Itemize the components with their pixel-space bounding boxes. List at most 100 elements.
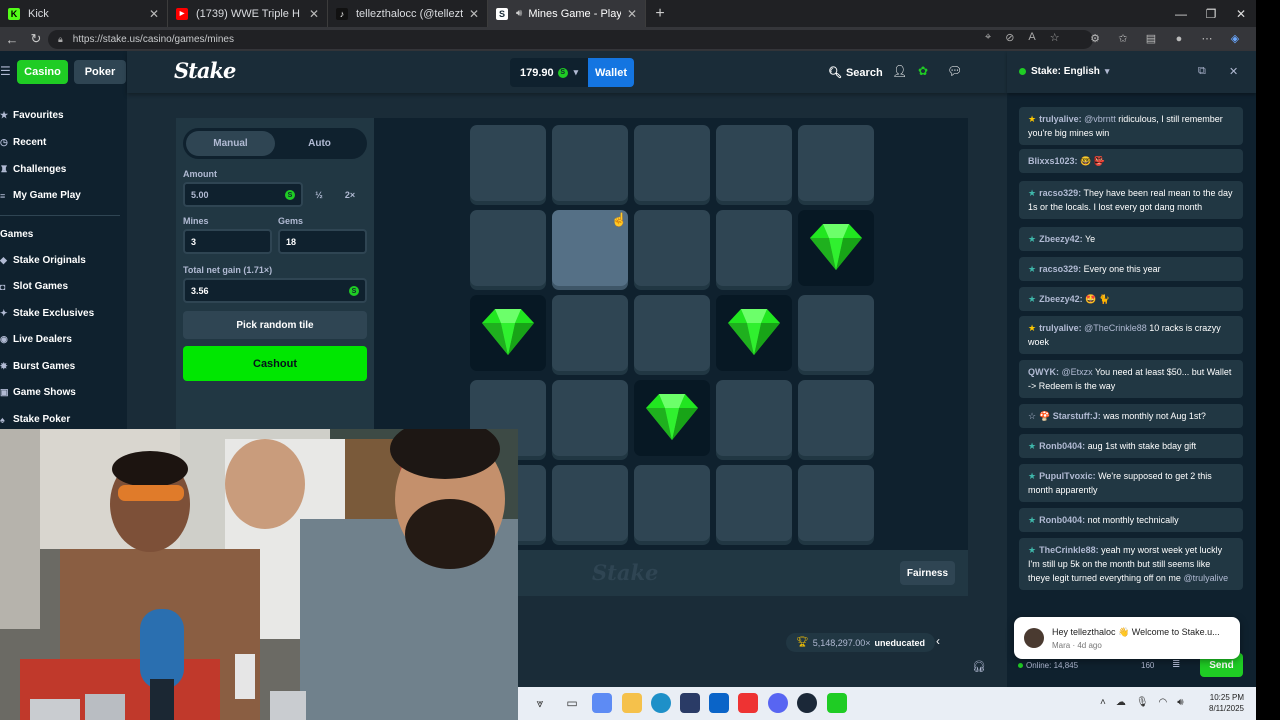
close-tab-icon[interactable]: ✕ — [149, 7, 159, 21]
mine-tile[interactable] — [634, 125, 710, 201]
casino-button[interactable]: Casino — [17, 60, 68, 84]
mine-tile[interactable] — [470, 125, 546, 201]
mine-tile[interactable] — [798, 465, 874, 541]
chat-username[interactable]: PupulTvoxic: — [1039, 471, 1096, 481]
sidebar-item-recent[interactable]: ◷ Recent — [0, 137, 46, 148]
mine-tile[interactable] — [798, 380, 874, 456]
chat-mention[interactable]: @Etxzx — [1059, 367, 1093, 377]
half-bet-button[interactable]: ½ — [304, 182, 334, 207]
microphone-icon[interactable]: 🎙︎ — [1136, 697, 1149, 708]
mine-tile[interactable] — [470, 210, 546, 286]
url-field[interactable]: 🔒︎ https://stake.us/casino/games/mines — [48, 30, 1093, 49]
hamburger-menu-icon[interactable]: ☰ — [0, 64, 11, 78]
chat-username[interactable]: Blixxs1023: — [1028, 156, 1078, 166]
fairness-button[interactable]: Fairness — [900, 561, 955, 585]
profile-avatar-icon[interactable]: ● — [1170, 31, 1188, 47]
wifi-icon[interactable]: ◠ — [1159, 697, 1168, 708]
chat-username[interactable]: Ronb0404: — [1039, 515, 1085, 525]
wallet-button[interactable]: Wallet — [588, 58, 634, 87]
mine-tile[interactable] — [552, 465, 628, 541]
cloud-icon[interactable]: ☁ — [1116, 697, 1126, 708]
site-info-icon[interactable]: 🔒︎ — [58, 34, 63, 45]
chat-username[interactable]: Ronb0404: — [1039, 441, 1085, 451]
notifications-icon[interactable]: ✿ — [918, 64, 928, 78]
taskbar-clock[interactable]: 10:25 PM 8/11/2025 — [1196, 692, 1244, 714]
tracking-icon[interactable]: ⊘ — [1005, 31, 1014, 44]
browser-tab-tiktok[interactable]: ♪ tellezthalocc (@tellezthalocc) | T ✕ — [328, 0, 488, 27]
store-icon[interactable] — [680, 693, 700, 713]
tab-manual[interactable]: Manual — [186, 131, 275, 156]
bookmark-star-icon[interactable]: ☆ — [1050, 31, 1060, 44]
close-tab-icon[interactable]: ✕ — [627, 7, 637, 21]
file-explorer-icon[interactable] — [622, 693, 642, 713]
read-aloud-icon[interactable]: A — [1028, 31, 1035, 44]
favorites-icon[interactable]: ✩ — [1114, 31, 1132, 47]
mine-tile[interactable] — [552, 295, 628, 371]
notification-toast[interactable]: Hey tellezthaloc 👋 Welcome to Stake.u...… — [1014, 617, 1240, 659]
browser-tab-stake[interactable]: S 🔊︎ Mines Game - Play Free Soc ✕ — [488, 0, 646, 27]
mine-tile[interactable] — [716, 210, 792, 286]
minimize-icon[interactable]: — — [1166, 0, 1196, 27]
chat-mention[interactable]: @vbrntt — [1082, 114, 1116, 124]
tab-auto[interactable]: Auto — [275, 131, 364, 156]
chat-username[interactable]: TheCrinkle88: — [1039, 545, 1099, 555]
pick-random-tile-button[interactable]: Pick random tile — [183, 311, 367, 339]
chat-username[interactable]: QWYK: — [1028, 367, 1059, 377]
rules-icon[interactable]: ≣ — [1172, 659, 1180, 670]
steam-icon[interactable] — [797, 693, 817, 713]
mine-tile[interactable] — [716, 125, 792, 201]
chat-username[interactable]: Zbeezy42: — [1039, 294, 1083, 304]
chat-username[interactable]: Zbeezy42: — [1039, 234, 1083, 244]
mine-tile[interactable] — [552, 125, 628, 201]
outlook-icon[interactable] — [709, 693, 729, 713]
new-tab-button[interactable]: + — [646, 0, 674, 27]
collections-icon[interactable]: ▤ — [1142, 31, 1160, 47]
widgets-icon[interactable]: ⩔ — [530, 693, 550, 713]
chat-username[interactable]: trulyalive: — [1039, 114, 1082, 124]
stake-logo[interactable]: Stake — [174, 58, 236, 83]
back-icon[interactable]: ← — [0, 32, 24, 47]
user-icon[interactable]: 👤︎ — [892, 64, 907, 78]
close-icon[interactable]: ✕ — [1229, 65, 1238, 78]
task-view-icon[interactable]: ▭ — [562, 693, 582, 713]
headphones-icon[interactable]: 🎧︎ — [972, 660, 986, 673]
reload-icon[interactable]: ↻ — [24, 31, 48, 47]
chat-username[interactable]: racso329: — [1039, 264, 1081, 274]
sidebar-item-stake-exclusives[interactable]: ✦ Stake Exclusives — [0, 308, 94, 319]
browser-tab-kick[interactable]: K Kick ✕ — [0, 0, 168, 27]
copilot-icon[interactable]: ◈ — [1226, 31, 1244, 47]
youtube-app-icon[interactable] — [738, 693, 758, 713]
sidebar-item-favourites[interactable]: ★ Favourites — [0, 110, 64, 121]
browser-tab-youtube[interactable]: ▶ (1739) WWE Triple H Custom Tita ✕ — [168, 0, 328, 27]
mine-tile[interactable] — [552, 380, 628, 456]
mine-tile[interactable] — [634, 295, 710, 371]
chevron-left-icon[interactable]: ‹ — [936, 634, 940, 648]
sidebar-item-game-shows[interactable]: ▣ Game Shows — [0, 387, 76, 398]
big-win-badge[interactable]: 🏆︎ 5,148,297.00× uneducated — [786, 633, 936, 652]
popout-icon[interactable]: ⧉ — [1198, 65, 1206, 78]
sidebar-item-slot-games[interactable]: ◘ Slot Games — [0, 281, 68, 292]
maximize-icon[interactable]: ❐ — [1196, 0, 1226, 27]
discord-icon[interactable] — [768, 693, 788, 713]
mine-tile[interactable] — [716, 380, 792, 456]
close-tab-icon[interactable]: ✕ — [309, 7, 319, 21]
close-window-icon[interactable]: ✕ — [1226, 0, 1256, 27]
extension-icon[interactable]: ⚙ — [1086, 31, 1104, 47]
sidebar-item-burst-games[interactable]: ✸ Burst Games — [0, 361, 75, 372]
location-icon[interactable]: ⌖ — [985, 31, 991, 44]
sidebar-item-stake-originals[interactable]: ◆ Stake Originals — [0, 255, 86, 266]
edge-browser-icon[interactable] — [651, 693, 671, 713]
amount-input[interactable]: 5.00 S — [183, 182, 303, 207]
mine-tile[interactable] — [798, 295, 874, 371]
kick-app-icon[interactable] — [827, 693, 847, 713]
chat-mention[interactable]: @trulyalive — [1183, 573, 1228, 583]
sidebar-item-challenges[interactable]: ♜ Challenges — [0, 164, 66, 175]
chat-username[interactable]: 🍄 Starstuff:J: — [1039, 411, 1101, 421]
mine-tile[interactable] — [798, 125, 874, 201]
close-tab-icon[interactable]: ✕ — [469, 7, 479, 21]
search-button[interactable]: 🔍︎ Search — [828, 66, 883, 80]
sidebar-item-live-dealers[interactable]: ◉ Live Dealers — [0, 334, 72, 345]
mine-tile[interactable] — [634, 210, 710, 286]
chat-room-selector[interactable]: Stake: English ▾ — [1019, 66, 1109, 77]
chat-mention[interactable]: @TheCrinkle88 — [1082, 323, 1147, 333]
